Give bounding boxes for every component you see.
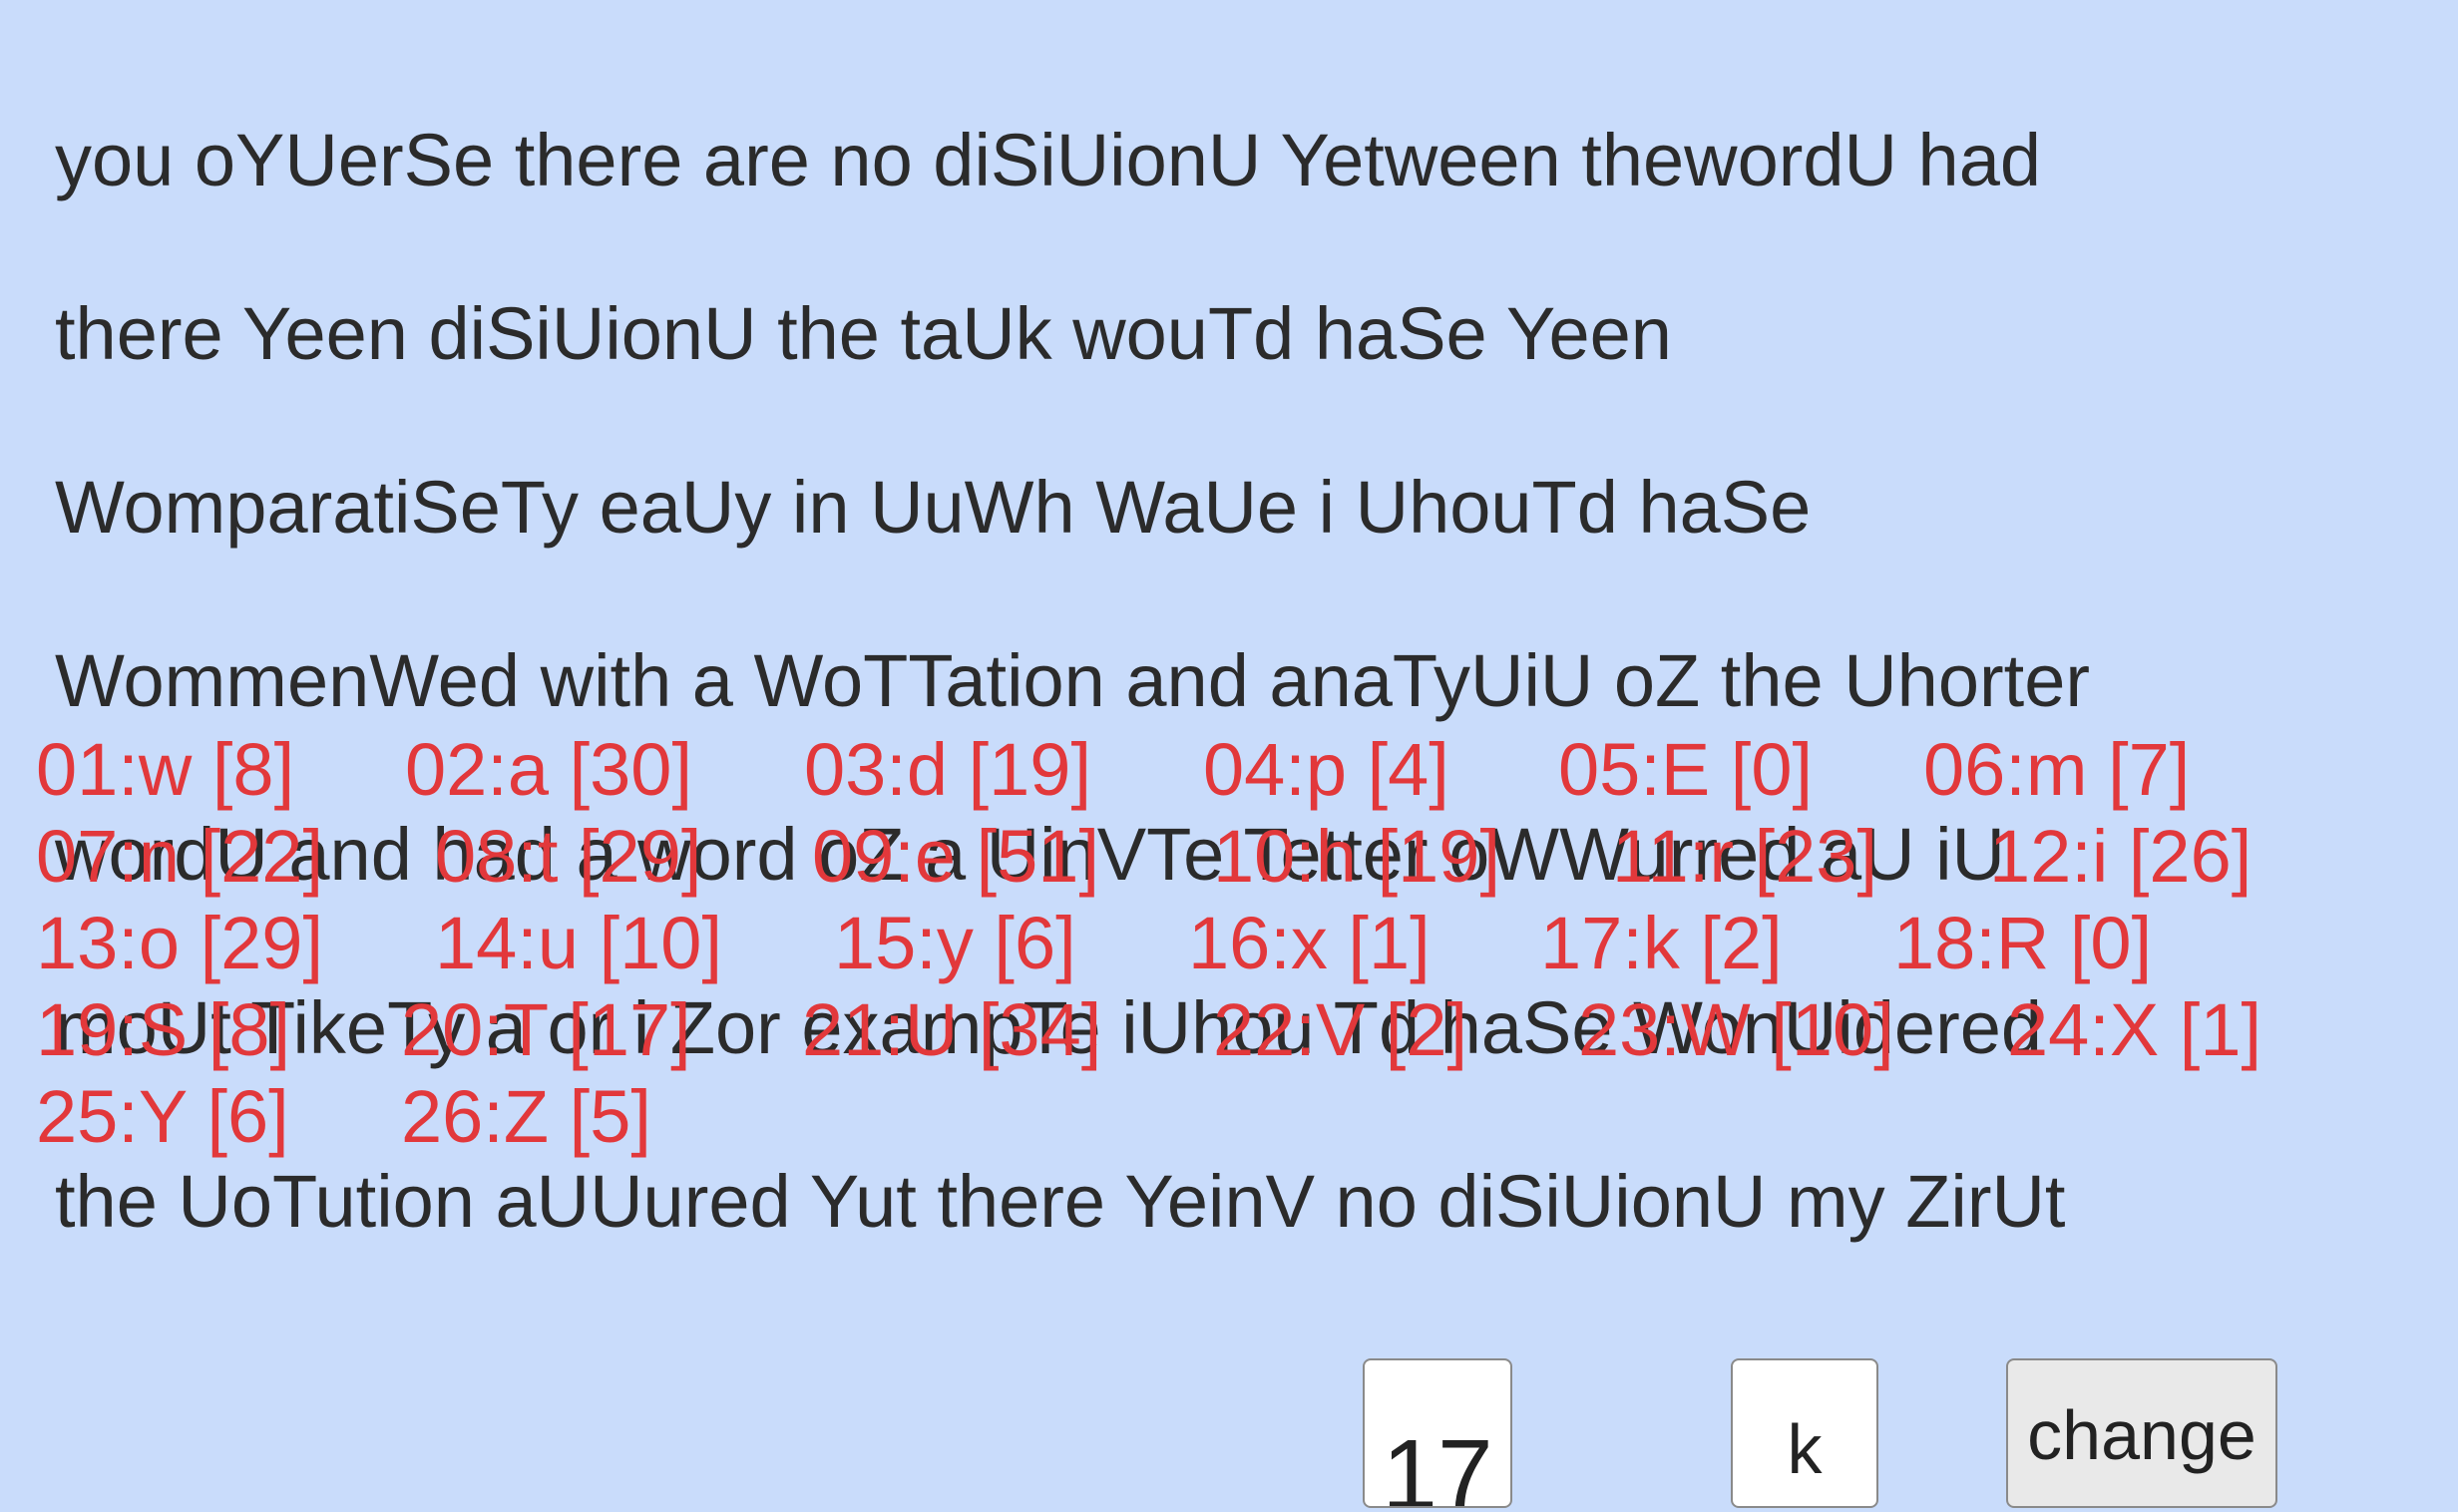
cipher-text: you oYUerSe there are no diSiUionU Yetwe… (55, 30, 2299, 1331)
frequency-entry: 14:u [10] (435, 902, 723, 984)
frequency-entry: 21:U [34] (802, 988, 1102, 1071)
frequency-entry: 20:T [17] (401, 988, 691, 1071)
frequency-entry: 11:r [23] (1612, 815, 1878, 898)
frequency-entry: 07:n [22] (36, 815, 324, 898)
frequency-entry: 17:k [2] (1540, 902, 1783, 984)
frequency-entry: 09:e [51] (812, 815, 1100, 898)
cipher-line: the UoTution aUUured Yut there YeinV no … (55, 1160, 2066, 1243)
frequency-entry: 19:S [8] (36, 988, 291, 1071)
frequency-entry: 12:i [26] (1989, 815, 2253, 898)
change-button[interactable]: change (2006, 1358, 2277, 1508)
frequency-entry: 24:X [1] (2007, 988, 2262, 1071)
frequency-entry: 15:y [6] (834, 902, 1076, 984)
cipher-line: WommenWed with a WoTTation and anaTyUiU … (55, 639, 2090, 722)
frequency-entry: 16:x [1] (1188, 902, 1431, 984)
cipher-line: there Yeen diSiUionU the taUk wouTd haSe… (55, 292, 1672, 375)
frequency-entry: 03:d [19] (804, 728, 1092, 811)
cipher-line: you oYUerSe there are no diSiUionU Yetwe… (55, 119, 2042, 201)
frequency-entry: 02:a [30] (405, 728, 693, 811)
frequency-entry: 01:w [8] (36, 728, 295, 811)
letter-input[interactable]: k (1731, 1358, 1878, 1508)
cipher-line: moUt TikeTy a or i Zor exampTe iUhou Td … (55, 986, 2043, 1069)
frequency-entry: 06:m [7] (1923, 728, 2191, 811)
cipher-line: wordU and had a word oZ a UinVTe Tetter … (55, 813, 2006, 896)
frequency-entry: 04:p [4] (1203, 728, 1449, 811)
frequency-entry: 13:o [29] (36, 902, 324, 984)
frequency-entry: 18:R [0] (1893, 902, 2153, 984)
cipher-line: WomparatiSeTy eaUy in UuWh WaUe i UhouTd… (55, 466, 1812, 549)
number-input[interactable]: 17 (1363, 1358, 1512, 1508)
frequency-entry: 23:W [10] (1578, 988, 1894, 1071)
frequency-entry: 26:Z [5] (401, 1075, 651, 1158)
frequency-entry: 25:Y [6] (36, 1075, 289, 1158)
frequency-entry: 22:V [2] (1213, 988, 1468, 1071)
frequency-entry: 05:E [0] (1558, 728, 1814, 811)
frequency-entry: 08:t [29] (435, 815, 702, 898)
frequency-entry: 10:h [19] (1213, 815, 1501, 898)
